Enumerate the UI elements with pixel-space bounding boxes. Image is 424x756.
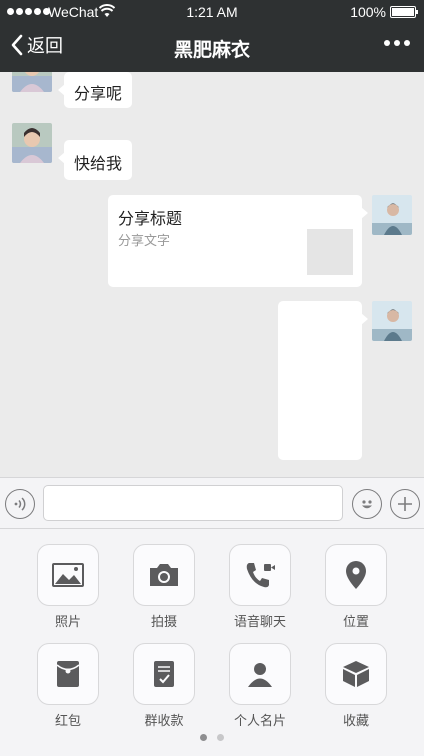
- more-button[interactable]: [384, 40, 410, 46]
- group-payment-icon: [154, 661, 174, 687]
- favorites-icon: [343, 661, 369, 687]
- share-description: 分享文字: [118, 233, 171, 248]
- tool-label: 位置: [342, 614, 369, 629]
- tool-label: 收藏: [342, 713, 369, 728]
- contact-avatar[interactable]: [12, 123, 52, 163]
- message-text: 分享呢: [74, 86, 123, 103]
- tool-group-payment[interactable]: 群收款: [133, 643, 195, 729]
- top-bar: WeChat 1:21 AM 100% 返回 黑肥麻衣: [0, 0, 424, 72]
- emoji-button[interactable]: [352, 489, 382, 519]
- my-avatar[interactable]: [372, 195, 412, 235]
- image-icon: [52, 563, 84, 587]
- tools-panel: 照片 拍摄 语音聊天 位置 红包 群收款 个人名片 收藏: [0, 529, 424, 756]
- page-indicator[interactable]: [0, 734, 424, 741]
- tool-camera[interactable]: 拍摄: [133, 544, 195, 630]
- tool-contact-card[interactable]: 个人名片: [229, 643, 291, 729]
- voice-button[interactable]: [5, 489, 35, 519]
- voice-icon: [14, 497, 26, 511]
- tool-favorites[interactable]: 收藏: [325, 643, 387, 729]
- my-avatar[interactable]: [372, 301, 412, 341]
- tool-location[interactable]: 位置: [325, 544, 387, 630]
- tool-label: 语音聊天: [233, 614, 286, 629]
- share-card[interactable]: 分享标题 分享文字: [108, 195, 368, 287]
- contact-card-icon: [248, 663, 272, 687]
- battery-icon: [390, 6, 418, 18]
- tool-red-packet[interactable]: 红包: [37, 643, 99, 729]
- contact-avatar[interactable]: [12, 72, 52, 92]
- page-dot[interactable]: [217, 734, 224, 741]
- more-options-button[interactable]: [390, 489, 420, 519]
- red-packet-icon: [56, 661, 80, 687]
- share-thumbnail: [307, 229, 353, 275]
- chat-title: 黑肥麻衣: [173, 40, 250, 61]
- message-bubble[interactable]: 分享呢: [58, 72, 132, 108]
- plus-icon: [398, 497, 412, 511]
- chat-area[interactable]: 分享呢 快给我 分享标题 分享文字: [0, 72, 424, 477]
- tool-label: 红包: [54, 713, 81, 728]
- camera-icon: [150, 564, 178, 586]
- share-title: 分享标题: [118, 211, 183, 228]
- input-bar: [0, 477, 424, 529]
- status-bar: WeChat 1:21 AM 100%: [0, 0, 424, 24]
- battery-percentage: 100%: [350, 4, 386, 20]
- message-input[interactable]: [43, 485, 343, 521]
- tool-label: 群收款: [144, 713, 184, 728]
- emoji-icon: [362, 500, 372, 509]
- navigation-bar: 返回 黑肥麻衣: [0, 24, 424, 72]
- page-dot-active[interactable]: [200, 734, 207, 741]
- tool-label: 个人名片: [233, 713, 286, 728]
- message-text: 快给我: [74, 156, 123, 173]
- tool-label: 照片: [54, 614, 81, 629]
- tool-label: 拍摄: [150, 614, 177, 629]
- tool-voice-chat[interactable]: 语音聊天: [229, 544, 291, 630]
- message-bubble[interactable]: 快给我: [58, 140, 132, 180]
- location-icon: [346, 561, 366, 589]
- video-call-icon: [246, 563, 275, 588]
- blank-message-bubble[interactable]: [278, 301, 368, 460]
- tool-photos[interactable]: 照片: [37, 544, 99, 630]
